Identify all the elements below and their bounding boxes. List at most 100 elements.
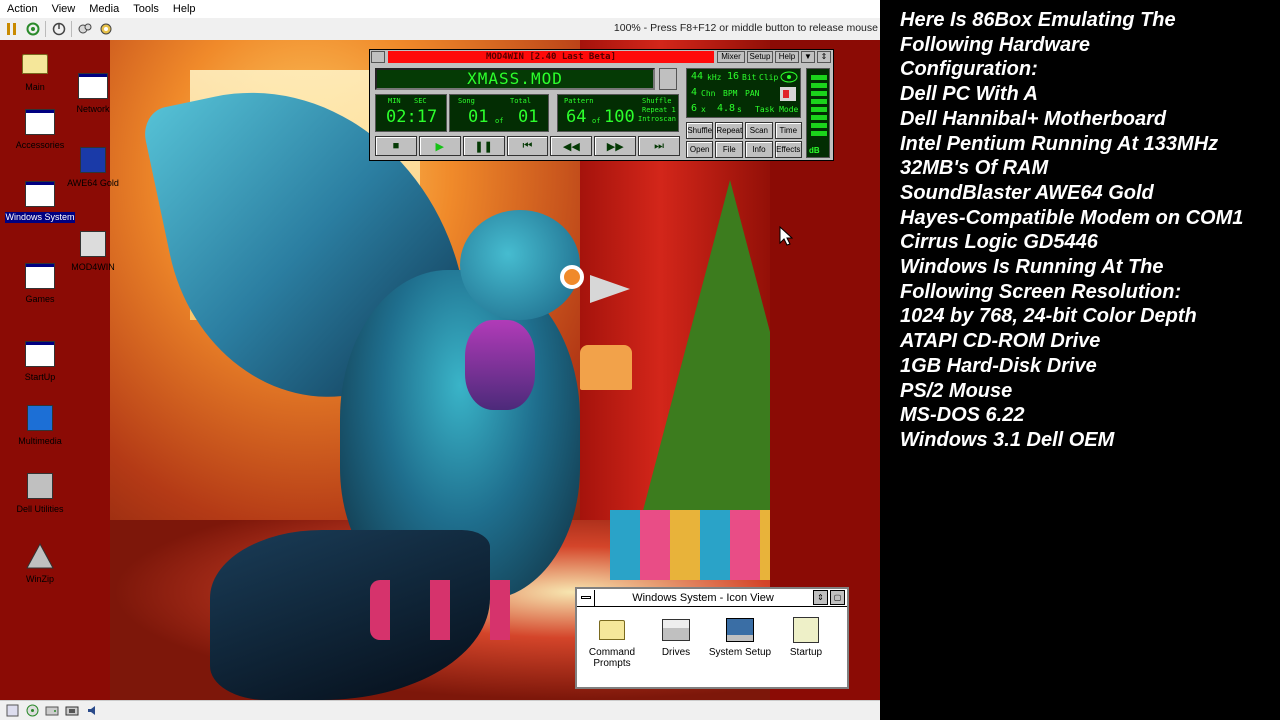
program-group-icon xyxy=(25,109,55,135)
overlay-line: Windows 3.1 Dell OEM xyxy=(900,428,1115,451)
file-button[interactable]: File xyxy=(715,141,744,158)
program-group-icon xyxy=(78,73,108,99)
wallpaper-pigeon-beak xyxy=(590,275,630,303)
repeat-button[interactable]: Repeat xyxy=(715,122,744,139)
system-menu-button[interactable] xyxy=(371,51,385,63)
overlay-line: Following Screen Resolution: xyxy=(900,280,1182,303)
system-menu-button[interactable] xyxy=(577,589,595,606)
overlay-line: 1024 by 768, 24-bit Color Depth xyxy=(900,305,1197,328)
guest-screen[interactable]: Main Accessories Windows System Games St… xyxy=(0,40,880,700)
pause-icon[interactable]: ❚❚ xyxy=(462,136,505,156)
overlay-line: SoundBlaster AWE64 Gold xyxy=(900,181,1154,204)
group-title-bar[interactable]: Windows System - Icon View ⇕ ▢ xyxy=(577,589,847,607)
help-button[interactable]: Help xyxy=(775,51,799,63)
mixer-button[interactable]: Mixer xyxy=(717,51,745,63)
drive-icon xyxy=(662,619,690,641)
overlay-line: Cirrus Logic GD5446 xyxy=(900,231,1098,254)
network-icon[interactable] xyxy=(64,704,80,718)
folder-icon xyxy=(599,620,625,640)
menu-action[interactable]: Action xyxy=(0,0,45,18)
rewind-icon[interactable]: ◀◀ xyxy=(550,136,593,156)
info-button[interactable]: Info xyxy=(745,141,773,158)
overlay-line: PS/2 Mouse xyxy=(900,379,1013,402)
mod4win-title[interactable]: MOD4WIN [2.40 Last Beta] xyxy=(388,51,714,63)
desktop-icon-startup[interactable]: StartUp xyxy=(5,338,75,383)
fast-forward-icon[interactable]: ▶▶ xyxy=(594,136,637,156)
triangle-logo-icon xyxy=(26,542,54,569)
program-item-command-prompts[interactable]: Command Prompts xyxy=(579,615,645,669)
settings-icon[interactable] xyxy=(97,20,115,38)
playback-info-display: 44 kHz 16 Bit Clip 4 Chn BPM PAN 6 x 4.8… xyxy=(686,68,801,118)
menu-view[interactable]: View xyxy=(45,0,83,18)
next-track-icon[interactable]: ⏭ xyxy=(638,136,681,156)
menu-bar: Action View Media Tools Help xyxy=(0,0,880,18)
pause-icon[interactable] xyxy=(3,20,21,38)
floppy-drive-icon[interactable] xyxy=(4,704,20,718)
previous-track-icon[interactable]: ⏮ xyxy=(506,136,549,156)
scroll-arrows-icon[interactable]: ⇕ xyxy=(817,51,831,63)
wallpaper-pigeon-neck xyxy=(465,320,535,410)
meter-bar xyxy=(811,131,827,136)
folder-icon xyxy=(22,54,48,74)
desktop-icon-network[interactable]: Network xyxy=(58,70,128,115)
meter-bar xyxy=(811,91,827,96)
stop-icon[interactable]: ■ xyxy=(375,136,417,156)
overlay-line: MS-DOS 6.22 xyxy=(900,404,1025,427)
playlist-button[interactable] xyxy=(659,68,677,90)
meter-bar xyxy=(811,75,827,80)
toolbar-separator xyxy=(45,21,47,37)
mouse-pointer-icon xyxy=(779,226,793,246)
transport-controls: ■ ▶ ❚❚ ⏮ ◀◀ ▶▶ ⏭ xyxy=(375,136,681,158)
program-item-drives[interactable]: Drives xyxy=(643,615,709,658)
hardware-description-panel: Here Is 86Box Emulating The Following Ha… xyxy=(880,0,1280,720)
maximize-icon[interactable]: ▢ xyxy=(830,590,845,605)
menu-media[interactable]: Media xyxy=(82,0,126,18)
setup-button[interactable]: Setup xyxy=(747,51,773,63)
mod4win-player-window: MOD4WIN [2.40 Last Beta] Mixer Setup Hel… xyxy=(369,49,834,161)
overlay-line: 1GB Hard-Disk Drive xyxy=(900,354,1097,377)
toolbar-status-message: 100% - Press F8+F12 or middle button to … xyxy=(613,22,878,34)
power-icon[interactable] xyxy=(50,20,68,38)
meter-bar xyxy=(811,123,827,128)
reset-icon[interactable] xyxy=(24,20,42,38)
cdrom-icon[interactable] xyxy=(24,704,40,718)
mode-button-grid: Shuffle Repeat Scan Time Open File Info … xyxy=(686,122,802,158)
ctrl-alt-del-icon[interactable] xyxy=(76,20,94,38)
effects-button[interactable]: Effects xyxy=(774,141,802,158)
utilities-icon xyxy=(27,473,53,499)
meter-bar xyxy=(811,107,827,112)
desktop-icon-awe64[interactable]: AWE64 Gold xyxy=(58,144,128,189)
time-display: MIN SEC 02:17 xyxy=(375,94,447,132)
open-button[interactable]: Open xyxy=(686,141,714,158)
sound-icon[interactable] xyxy=(84,704,100,718)
surround-sound-icon xyxy=(780,71,798,83)
desktop-icon-mod4win[interactable]: MOD4WIN xyxy=(58,228,128,273)
meter-bar xyxy=(811,115,827,120)
overlay-line: Dell Hannibal+ Motherboard xyxy=(900,107,1167,130)
time-button[interactable]: Time xyxy=(774,122,802,139)
program-group-icon xyxy=(25,181,55,207)
desktop-icon-dell-utilities[interactable]: Dell Utilities xyxy=(5,470,75,515)
music-notes-icon xyxy=(80,231,106,257)
wallpaper-pigeon-feet xyxy=(370,580,520,640)
dolby-icon xyxy=(780,87,796,101)
play-icon[interactable]: ▶ xyxy=(418,136,461,156)
shuffle-button[interactable]: Shuffle xyxy=(686,122,714,139)
overlay-line: Dell PC With A xyxy=(900,83,1038,106)
toolbar-separator xyxy=(71,21,73,37)
menu-help[interactable]: Help xyxy=(166,0,203,18)
desktop-icon-winzip[interactable]: WinZip xyxy=(5,540,75,585)
volume-meter[interactable]: dB xyxy=(806,68,830,158)
scan-button[interactable]: Scan xyxy=(745,122,773,139)
program-item-system-setup[interactable]: System Setup xyxy=(707,615,773,658)
hard-disk-icon[interactable] xyxy=(44,704,60,718)
program-item-startup[interactable]: Startup xyxy=(773,615,839,658)
meter-bar xyxy=(811,83,827,88)
menu-tools[interactable]: Tools xyxy=(126,0,166,18)
wallpaper-christmas-tree xyxy=(630,180,770,560)
wallpaper-lamp xyxy=(580,345,632,390)
restore-icon[interactable]: ⇕ xyxy=(813,590,828,605)
minimize-icon[interactable]: ▼ xyxy=(801,51,815,63)
desktop-icon-multimedia[interactable]: Multimedia xyxy=(5,402,75,447)
multimedia-icon xyxy=(27,405,53,431)
